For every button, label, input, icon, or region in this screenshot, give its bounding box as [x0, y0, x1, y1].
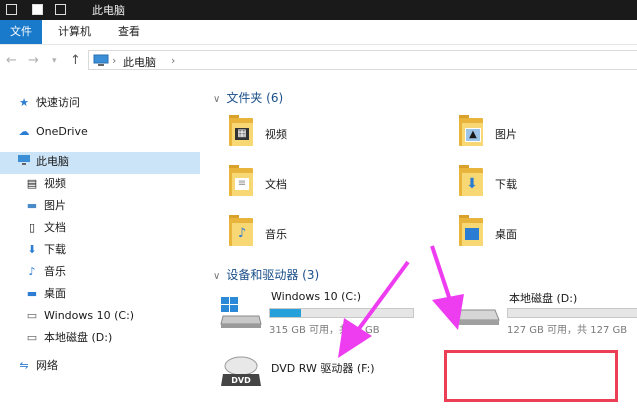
annotation-arrow-left	[338, 260, 410, 358]
annotation-highlight-box	[444, 350, 618, 402]
annotation-arrow-right	[430, 245, 464, 330]
